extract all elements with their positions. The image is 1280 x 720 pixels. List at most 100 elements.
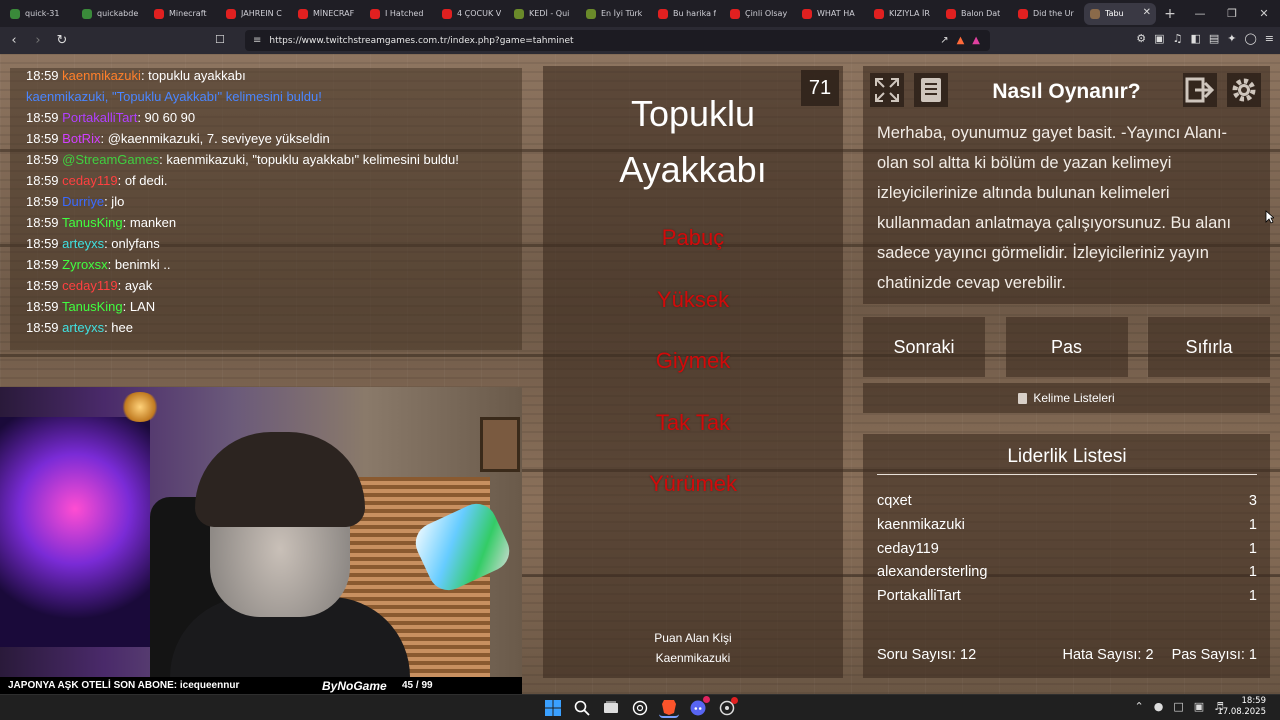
- close-tab-icon[interactable]: ✕: [1143, 7, 1151, 18]
- chat-time: 18:59: [26, 173, 59, 188]
- chat-username[interactable]: kaenmikazuki,: [26, 89, 112, 104]
- how-to-play-text: Merhaba, oyunumuz gayet basit. -Yayıncı …: [877, 124, 1232, 292]
- task-view-icon[interactable]: [601, 698, 621, 718]
- url-bar[interactable]: ☐ ≡ https://www.twitchstreamgames.com.tr…: [215, 30, 990, 51]
- browser-tab[interactable]: Balon Dat: [940, 3, 1012, 25]
- taskbar-apps: [543, 696, 738, 718]
- chat-time: 18:59: [26, 131, 59, 146]
- chat-username[interactable]: Durriye: [62, 194, 104, 209]
- settings-gear-icon[interactable]: [1227, 73, 1261, 107]
- chat-username[interactable]: PortakalliTart: [62, 110, 137, 125]
- browser-tab[interactable]: MİNECRAF: [292, 3, 364, 25]
- browser-tab[interactable]: 4 ÇOCUK V: [436, 3, 508, 25]
- taboo-word: Giymek: [655, 348, 731, 373]
- next-button[interactable]: Sonraki: [863, 317, 985, 377]
- screenshot-icon[interactable]: ▣: [1154, 32, 1164, 45]
- chat-time: 18:59: [26, 110, 59, 125]
- overlay-ticker: JAPONYA AŞK OTELİ SON ABONE: icequeennur: [8, 680, 240, 691]
- chat-username[interactable]: Zyroxsx: [62, 257, 108, 272]
- taboo-word: Tak Tak: [655, 409, 731, 435]
- browser-tab[interactable]: WHAT HA: [796, 3, 868, 25]
- browser-tab[interactable]: Çinli Olsay: [724, 3, 796, 25]
- windows-start-icon[interactable]: [543, 698, 563, 718]
- vpn-icon[interactable]: ◯: [1244, 32, 1256, 45]
- brave-shield-icon[interactable]: ▲: [957, 35, 965, 46]
- browser-tab-bar: quick-31 quickabde Minecraft JAHREIN C MİNEC…: [0, 0, 1280, 27]
- tab-favicon-icon: [946, 8, 956, 19]
- browser-tab[interactable]: Minecraft: [148, 3, 220, 25]
- chat-username[interactable]: TanusKing: [62, 299, 123, 314]
- browser-tab[interactable]: I Hatched: [364, 3, 436, 25]
- restore-icon[interactable]: ❐: [1216, 0, 1248, 27]
- leaderboard-name: ceday119: [877, 540, 939, 557]
- browser-tab[interactable]: JAHREIN C: [220, 3, 292, 25]
- close-window-icon[interactable]: ✕: [1248, 0, 1280, 27]
- extensions-icon[interactable]: ⚙: [1136, 32, 1146, 45]
- network-tray-icon[interactable]: ▣: [1194, 700, 1204, 713]
- window-controls: — ❐ ✕: [1184, 0, 1280, 27]
- back-icon[interactable]: ‹: [4, 31, 24, 51]
- chatgpt-icon[interactable]: [630, 698, 650, 718]
- exit-icon[interactable]: [1183, 73, 1217, 107]
- forward-icon[interactable]: ›: [28, 31, 48, 51]
- microphone-tray-icon[interactable]: ●: [1154, 700, 1164, 713]
- chat-username[interactable]: ceday119: [62, 278, 117, 293]
- music-icon[interactable]: ♫: [1173, 32, 1183, 45]
- leaderboard-score: 3: [1248, 493, 1257, 509]
- tab-favicon-icon: [658, 8, 668, 19]
- browser-tab[interactable]: Bu harika f: [652, 3, 724, 25]
- word-lists-button[interactable]: Kelime Listeleri: [863, 383, 1270, 413]
- leaderboard-name: PortakalliTart: [877, 588, 961, 605]
- tab-favicon-icon: [370, 8, 380, 19]
- chat-text: : kaenmikazuki, "topuklu ayakkabı" kelim…: [159, 152, 459, 167]
- chat-time: 18:59: [26, 257, 59, 272]
- browser-tab[interactable]: Tabu ✕: [1084, 2, 1156, 25]
- stream-overlay-bar: JAPONYA AŞK OTELİ SON ABONE: icequeennur…: [0, 677, 522, 694]
- reload-icon[interactable]: ↻: [52, 31, 72, 51]
- brave-browser-icon[interactable]: [659, 698, 679, 718]
- rewards-icon[interactable]: ▲: [972, 35, 980, 46]
- browser-tab[interactable]: KEDİ - Qui: [508, 3, 580, 25]
- chat-username[interactable]: ceday119: [62, 173, 117, 188]
- new-tab-button[interactable]: +: [1160, 6, 1180, 22]
- recording-indicator: [731, 697, 738, 704]
- browser-tab[interactable]: Did the Ur: [1012, 3, 1084, 25]
- tab-label: JAHREIN C: [241, 9, 282, 18]
- share-icon[interactable]: ↗: [940, 35, 948, 46]
- taboo-word: Yürümek: [648, 471, 738, 496]
- display-tray-icon[interactable]: □: [1173, 700, 1183, 713]
- tab-label: MİNECRAF: [313, 9, 355, 18]
- pass-button[interactable]: Pas: [1005, 317, 1128, 377]
- minimize-icon[interactable]: —: [1184, 0, 1216, 27]
- taskbar-clock[interactable]: 18:59 17.08.2025: [1217, 696, 1266, 718]
- tab-label: Tabu: [1105, 9, 1124, 18]
- tray-chevron-icon[interactable]: ⌃: [1134, 700, 1143, 713]
- tab-favicon-icon: [802, 8, 812, 19]
- game-stats: Soru Sayısı: 12 Hata Sayısı: 2 Pas Sayıs…: [877, 647, 1257, 663]
- browser-tab[interactable]: quick-31: [4, 3, 76, 25]
- menu-icon[interactable]: ≡: [1265, 32, 1274, 45]
- recording-app-icon[interactable]: [717, 697, 738, 718]
- chat-username[interactable]: @StreamGames: [62, 152, 159, 167]
- browser-tab[interactable]: En İyi Türk: [580, 3, 652, 25]
- tab-label: En İyi Türk: [601, 9, 643, 18]
- tab-favicon-icon: [874, 8, 884, 19]
- sidebar-icon[interactable]: ◧: [1190, 32, 1200, 45]
- discord-icon[interactable]: [688, 696, 710, 718]
- ai-icon[interactable]: ✦: [1227, 32, 1236, 45]
- chat-username[interactable]: BotRix: [62, 131, 100, 146]
- wallet-icon[interactable]: ▤: [1209, 32, 1219, 45]
- chat-text: : of dedi.: [117, 173, 168, 188]
- chat-username[interactable]: arteyxs: [62, 320, 104, 335]
- chat-username[interactable]: TanusKing: [62, 215, 123, 230]
- chat-username[interactable]: arteyxs: [62, 236, 104, 251]
- browser-tab[interactable]: quickabde: [76, 3, 148, 25]
- chat-text: : benimki ..: [107, 257, 171, 272]
- url-text[interactable]: https://www.twitchstreamgames.com.tr/ind…: [269, 36, 573, 46]
- site-settings-icon[interactable]: ≡: [253, 35, 261, 46]
- bookmark-icon[interactable]: ☐: [215, 33, 225, 46]
- chat-username[interactable]: kaenmikazuki: [62, 68, 141, 83]
- reset-button[interactable]: Sıfırla: [1148, 317, 1270, 377]
- browser-tab[interactable]: KIZIYLA İR: [868, 3, 940, 25]
- search-icon[interactable]: [572, 698, 592, 718]
